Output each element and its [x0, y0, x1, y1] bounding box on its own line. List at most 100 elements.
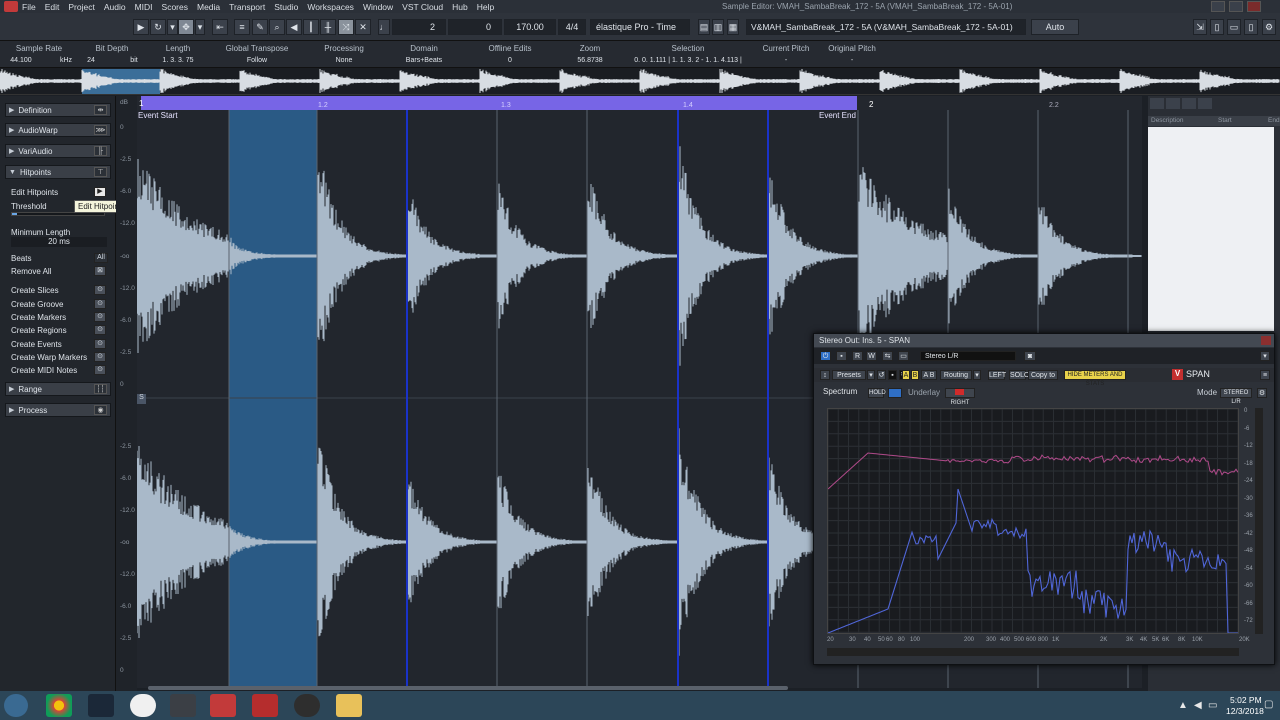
minimize-icon[interactable]: [1211, 1, 1225, 12]
signature-field[interactable]: 4/4: [558, 19, 586, 35]
menu-icon[interactable]: ▾: [1260, 351, 1270, 361]
section-range[interactable]: ▶ Range ┆┆: [5, 382, 111, 396]
selection-range[interactable]: [229, 110, 317, 688]
range-icon[interactable]: ⇤: [212, 19, 228, 35]
header-start[interactable]: Start: [1218, 117, 1232, 124]
remove-all-button[interactable]: ⊠: [94, 266, 106, 276]
beat-field[interactable]: 0: [448, 19, 502, 35]
panel-bottom-icon[interactable]: ▭: [1227, 19, 1241, 35]
create-regions-button[interactable]: ⊙: [94, 325, 106, 335]
notification-icon[interactable]: ▢: [1264, 699, 1273, 710]
horizontal-scrollbar[interactable]: [148, 686, 788, 690]
layout-icon[interactable]: ⇲: [1193, 19, 1207, 35]
dropdown-icon[interactable]: ▾: [195, 19, 205, 35]
menu-midi[interactable]: MIDI: [135, 2, 153, 12]
dropdown-icon[interactable]: ▾: [973, 370, 981, 380]
chrome-icon[interactable]: [46, 694, 72, 717]
create-markers-button[interactable]: ⊙: [94, 312, 106, 322]
info-value[interactable]: None: [314, 57, 374, 64]
loop-icon[interactable]: ↻: [150, 19, 166, 35]
spectrum-h-scrollbar[interactable]: [827, 648, 1239, 656]
maximize-icon[interactable]: [1229, 1, 1243, 12]
split-icon[interactable]: ≡: [234, 19, 250, 35]
channel-s-marker[interactable]: S: [137, 394, 146, 404]
auto-scroll-select[interactable]: Auto: [1031, 19, 1079, 35]
mode-select[interactable]: STEREO L/R: [1220, 388, 1252, 405]
power-icon[interactable]: ⏻: [820, 351, 831, 361]
min-length-field[interactable]: 20 ms: [11, 237, 107, 247]
copy-to-button[interactable]: Copy to: [1028, 370, 1058, 380]
list-body[interactable]: [1148, 127, 1274, 331]
header-description[interactable]: Description: [1151, 117, 1184, 124]
zoom-icon[interactable]: ⌕: [269, 19, 285, 35]
section-definition[interactable]: ▶ Definition ⇹: [5, 103, 111, 117]
overview-line[interactable]: [0, 68, 1280, 95]
close-icon[interactable]: [1247, 1, 1261, 12]
b-button[interactable]: B: [911, 370, 919, 380]
play-tool-icon[interactable]: ◀: [286, 19, 302, 35]
panel-left-icon[interactable]: ▯: [1210, 19, 1224, 35]
info-value[interactable]: Follow: [222, 57, 292, 64]
dropdown-icon[interactable]: ▾: [867, 370, 875, 380]
monitor-icon[interactable]: ▭: [898, 351, 909, 361]
language-icon[interactable]: ▭: [1208, 700, 1217, 711]
info-value[interactable]: -: [756, 57, 816, 64]
section-hitpoints[interactable]: ▼ Hitpoints ⊤: [5, 165, 111, 179]
read-icon[interactable]: R: [852, 351, 863, 361]
app-icon[interactable]: [170, 694, 196, 717]
beats-select[interactable]: All: [94, 253, 108, 263]
close-icon[interactable]: [1261, 336, 1271, 345]
panel-button-icon[interactable]: [1182, 98, 1196, 109]
event-range-bar[interactable]: [141, 96, 857, 110]
ab-button[interactable]: A B: [921, 370, 937, 380]
object-select-icon[interactable]: ✥: [178, 19, 194, 35]
snap-zero-icon[interactable]: ✕: [355, 19, 371, 35]
draw-icon[interactable]: ✎: [252, 19, 268, 35]
bypass-icon[interactable]: ▪: [836, 351, 847, 361]
info-value[interactable]: 44.100: [6, 57, 36, 64]
channel-select[interactable]: Stereo L/R: [920, 351, 1016, 361]
play-icon[interactable]: ▶: [133, 19, 149, 35]
sidechain-icon[interactable]: ⇆: [882, 351, 893, 361]
camera-icon[interactable]: ◙: [1024, 351, 1036, 361]
panel-right-icon[interactable]: ▯: [1244, 19, 1258, 35]
menu-transport[interactable]: Transport: [229, 2, 265, 12]
presets-button[interactable]: Presets: [832, 370, 866, 380]
menu-project[interactable]: Project: [68, 2, 94, 12]
tempo-field[interactable]: 170.00: [504, 19, 556, 35]
edit-hitpoints-button[interactable]: ▶: [94, 187, 106, 197]
cubase-icon[interactable]: [210, 694, 236, 717]
a-button[interactable]: A: [902, 370, 910, 380]
obs-icon[interactable]: [294, 694, 320, 717]
section-audiowarp[interactable]: ▶ AudioWarp ⋙: [5, 123, 111, 137]
menu-scores[interactable]: Scores: [162, 2, 188, 12]
save-icon[interactable]: ▪: [888, 370, 897, 380]
info-value[interactable]: 56.8738: [560, 57, 620, 64]
menu-help[interactable]: Help: [477, 2, 494, 12]
menu-vst-cloud[interactable]: VST Cloud: [402, 2, 443, 12]
info-value[interactable]: 1. 3. 3. 75: [148, 57, 208, 64]
warp-icon[interactable]: ╫: [320, 19, 336, 35]
snap-icon[interactable]: ⤨: [338, 19, 354, 35]
panel-button-icon[interactable]: [1150, 98, 1164, 109]
menu-hub[interactable]: Hub: [452, 2, 468, 12]
create-midi-notes-button[interactable]: ⊙: [94, 365, 106, 375]
itunes-icon[interactable]: [130, 694, 156, 717]
right-button[interactable]: RIGHT: [945, 388, 975, 406]
start-button-icon[interactable]: [4, 694, 28, 717]
solo-button[interactable]: SOLO: [1009, 370, 1029, 380]
settings-icon[interactable]: ⚙: [1262, 19, 1276, 35]
info-value[interactable]: 24: [84, 57, 98, 64]
network-icon[interactable]: ▲: [1178, 700, 1188, 711]
menu-file[interactable]: File: [22, 2, 36, 12]
hide-meters-button[interactable]: HIDE METERS AND STATS: [1064, 370, 1126, 387]
section-variaudio[interactable]: ▶ VariAudio ╟: [5, 144, 111, 158]
header-end[interactable]: End: [1268, 117, 1280, 124]
info-value[interactable]: -: [822, 57, 882, 64]
menu-icon[interactable]: ≡: [1260, 370, 1270, 380]
steam-icon[interactable]: [88, 694, 114, 717]
write-icon[interactable]: W: [866, 351, 877, 361]
create-groove-button[interactable]: ⊙: [94, 299, 106, 309]
undo-icon[interactable]: ↺: [877, 370, 886, 380]
create-warp-markers-button[interactable]: ⊙: [94, 352, 106, 362]
